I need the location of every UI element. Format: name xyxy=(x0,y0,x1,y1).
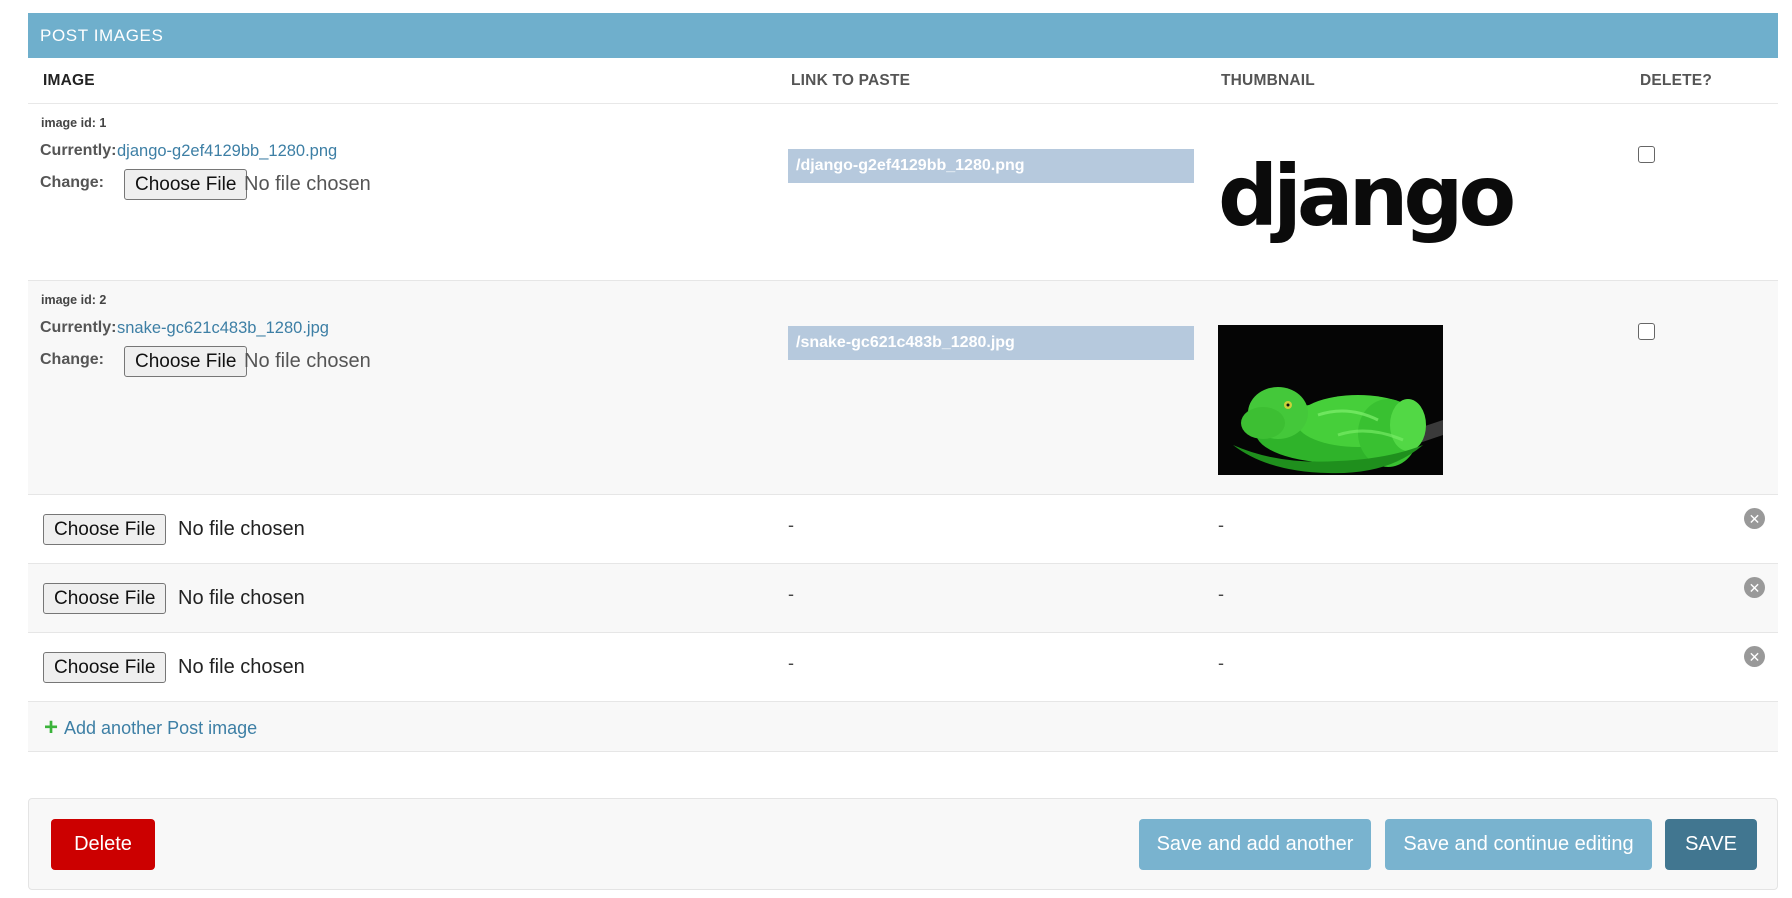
table-row: Choose File No file chosen - - ✕ xyxy=(28,633,1778,702)
table-row: image id: 2 Currently: snake-gc621c483b_… xyxy=(28,281,1778,495)
no-file-chosen: No file chosen xyxy=(178,587,305,609)
save-and-continue-button[interactable]: Save and continue editing xyxy=(1385,819,1652,870)
plus-icon: + xyxy=(44,714,59,741)
link-to-paste-field[interactable]: /snake-gc621c483b_1280.jpg xyxy=(788,326,1194,360)
remove-row-icon[interactable]: ✕ xyxy=(1744,646,1765,667)
thumbnail-placeholder: - xyxy=(1218,584,1224,604)
table-row: image id: 1 Currently: django-g2ef4129bb… xyxy=(28,104,1778,281)
inline-caption: POST IMAGES xyxy=(28,13,1778,58)
choose-file-button[interactable]: Choose File xyxy=(43,583,167,614)
change-label: Change: xyxy=(40,351,104,368)
header-image: IMAGE xyxy=(43,71,95,89)
table-row: Choose File No file chosen - - ✕ xyxy=(28,564,1778,633)
submit-row: Delete Save and add another Save and con… xyxy=(28,798,1778,890)
table-header: IMAGE LINK TO PASTE THUMBNAIL DELETE? xyxy=(28,58,1778,104)
remove-row-icon[interactable]: ✕ xyxy=(1744,508,1765,529)
image-id-label: image id: 2 xyxy=(41,293,107,307)
delete-checkbox[interactable] xyxy=(1638,146,1655,163)
link-to-paste-field[interactable]: /django-g2ef4129bb_1280.png xyxy=(788,149,1194,183)
thumbnail-placeholder: - xyxy=(1218,515,1224,535)
no-file-chosen: No file chosen xyxy=(178,518,305,540)
django-thumbnail-image: django xyxy=(1218,147,1516,245)
table-row: Choose File No file chosen - - ✕ xyxy=(28,495,1778,564)
currently-file-link[interactable]: snake-gc621c483b_1280.jpg xyxy=(117,319,329,338)
link-placeholder: - xyxy=(788,653,794,673)
currently-label: Currently: xyxy=(40,319,117,336)
remove-row-icon[interactable]: ✕ xyxy=(1744,577,1765,598)
currently-label: Currently: xyxy=(40,142,117,159)
choose-file-button[interactable]: Choose File xyxy=(124,169,248,200)
no-file-chosen: No file chosen xyxy=(244,173,371,195)
image-id-label: image id: 1 xyxy=(41,116,107,130)
delete-checkbox[interactable] xyxy=(1638,323,1655,340)
delete-button[interactable]: Delete xyxy=(51,819,155,870)
no-file-chosen: No file chosen xyxy=(178,656,305,678)
choose-file-button[interactable]: Choose File xyxy=(43,514,167,545)
link-placeholder: - xyxy=(788,515,794,535)
snake-thumbnail-image xyxy=(1218,325,1443,475)
add-row: + Add another Post image xyxy=(28,702,1778,752)
header-thumbnail: THUMBNAIL xyxy=(1221,71,1315,89)
choose-file-button[interactable]: Choose File xyxy=(124,346,248,377)
save-and-add-another-button[interactable]: Save and add another xyxy=(1139,819,1371,870)
link-placeholder: - xyxy=(788,584,794,604)
post-images-inline: POST IMAGES IMAGE LINK TO PASTE THUMBNAI… xyxy=(28,13,1778,752)
add-another-link[interactable]: + Add another Post image xyxy=(44,716,257,740)
currently-file-link[interactable]: django-g2ef4129bb_1280.png xyxy=(117,142,337,161)
add-another-label: Add another Post image xyxy=(64,717,258,738)
change-label: Change: xyxy=(40,174,104,191)
header-link: LINK TO PASTE xyxy=(791,71,911,89)
save-button[interactable]: SAVE xyxy=(1665,819,1757,870)
header-delete: DELETE? xyxy=(1640,71,1713,89)
no-file-chosen: No file chosen xyxy=(244,350,371,372)
choose-file-button[interactable]: Choose File xyxy=(43,652,167,683)
thumbnail-placeholder: - xyxy=(1218,653,1224,673)
